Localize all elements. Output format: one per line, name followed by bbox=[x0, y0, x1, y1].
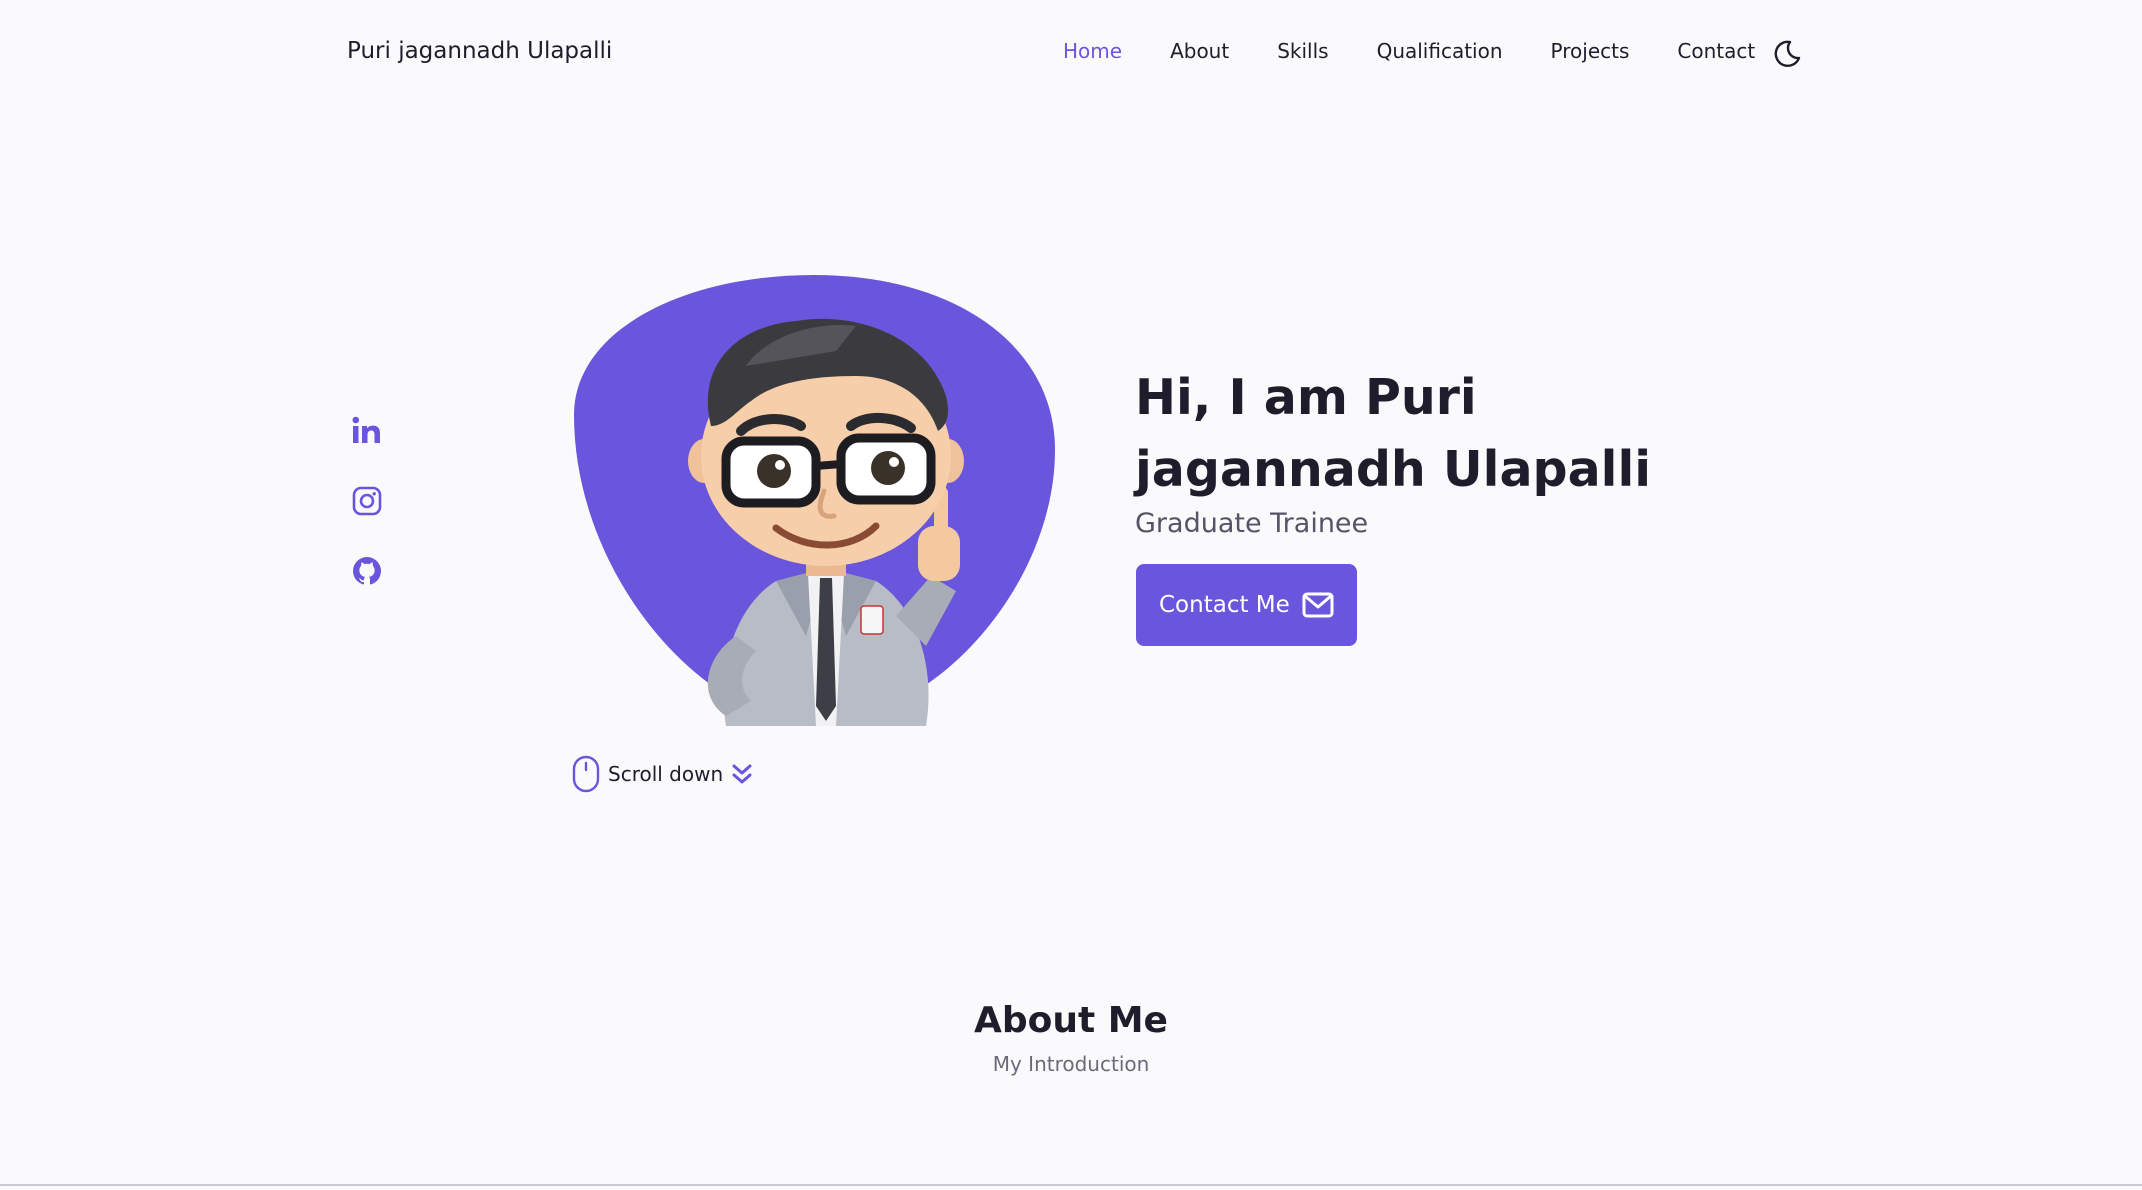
nav-about[interactable]: About bbox=[1170, 39, 1229, 63]
linkedin-icon[interactable] bbox=[350, 414, 384, 448]
chevrons-down-icon bbox=[732, 764, 752, 784]
contact-me-label: Contact Me bbox=[1159, 592, 1290, 618]
nav-home[interactable]: Home bbox=[1063, 39, 1122, 63]
about-subtitle: My Introduction bbox=[992, 1052, 1150, 1076]
github-icon[interactable] bbox=[350, 554, 384, 588]
viewport-divider bbox=[0, 1184, 2142, 1186]
about-title: About Me bbox=[974, 1000, 1168, 1041]
main-nav: Home About Skills Qualification Projects… bbox=[1063, 39, 1803, 63]
nav-skills[interactable]: Skills bbox=[1277, 39, 1328, 63]
page: Puri jagannadh Ulapalli Home About Skill… bbox=[0, 0, 2142, 1190]
hero-subtitle: Graduate Trainee bbox=[1135, 508, 1369, 539]
mouse-icon bbox=[572, 755, 600, 793]
hero-title: Hi, I am Puri jagannadh Ulapalli bbox=[1135, 369, 1652, 498]
contact-me-button[interactable]: Contact Me bbox=[1136, 564, 1357, 646]
nav-qualification[interactable]: Qualification bbox=[1377, 39, 1503, 63]
avatar-illustration bbox=[688, 318, 964, 726]
site-logo[interactable]: Puri jagannadh Ulapalli bbox=[347, 38, 612, 64]
scroll-down-link[interactable]: Scroll down bbox=[572, 755, 753, 793]
moon-icon[interactable] bbox=[1772, 38, 1802, 68]
social-links bbox=[350, 414, 384, 624]
nav-projects[interactable]: Projects bbox=[1551, 39, 1630, 63]
site-header: Puri jagannadh Ulapalli Home About Skill… bbox=[0, 0, 2142, 106]
instagram-icon[interactable] bbox=[350, 484, 384, 518]
nav-contact[interactable]: Contact bbox=[1677, 39, 1755, 63]
mail-icon bbox=[1302, 592, 1334, 618]
scroll-down-label: Scroll down bbox=[608, 762, 724, 786]
